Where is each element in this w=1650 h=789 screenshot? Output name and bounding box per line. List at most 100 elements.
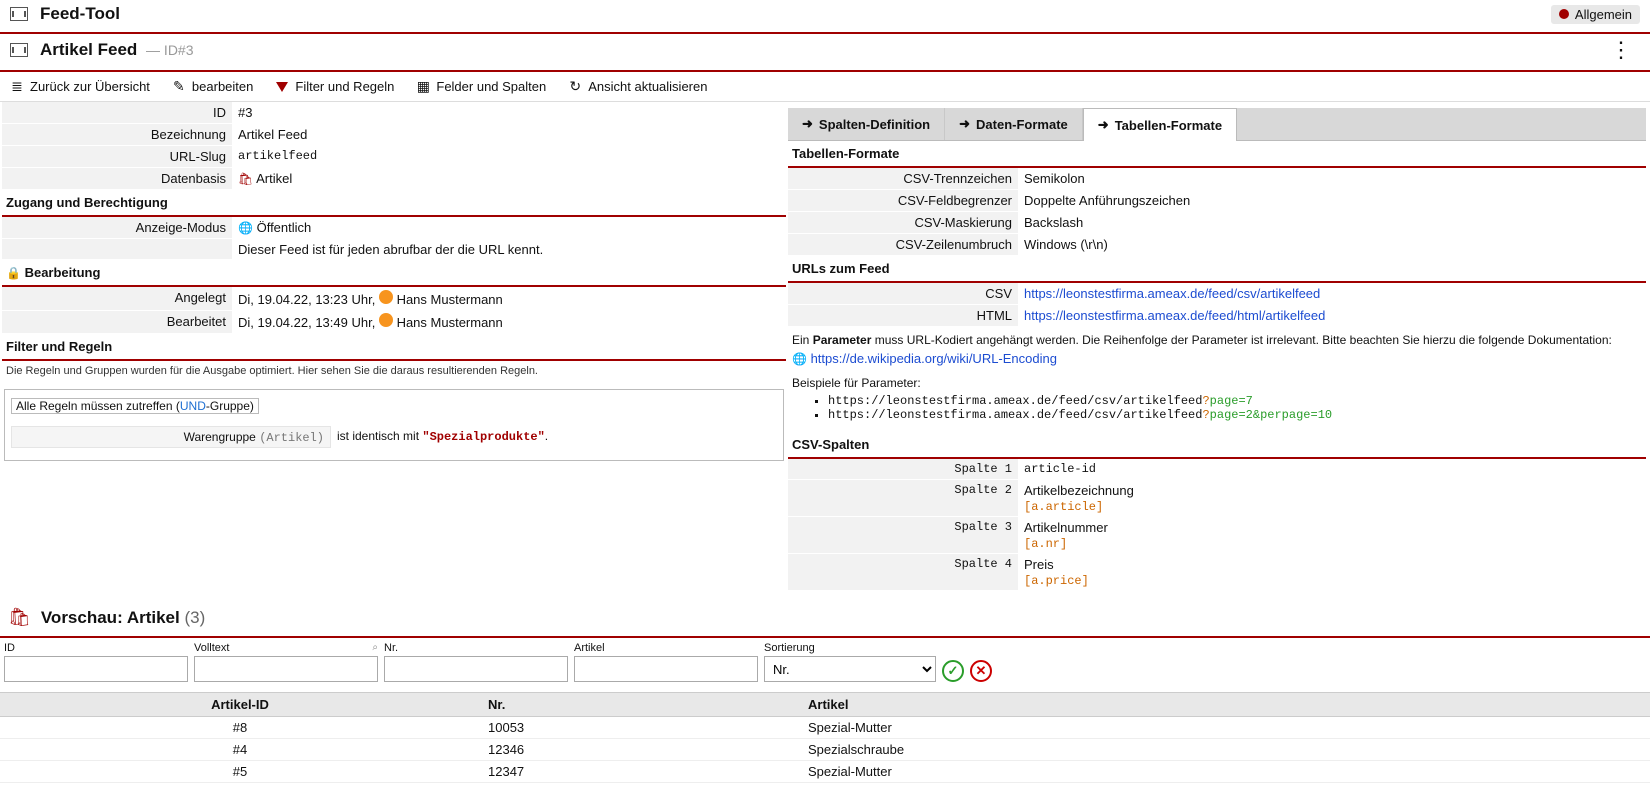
fields-columns-button[interactable]: Felder und Spalten: [416, 79, 546, 94]
cell-nr: 10053: [480, 717, 800, 739]
search-volltext-label: Volltext⌕: [194, 642, 378, 654]
created-value: Di, 19.04.22, 13:23 Uhr, Hans Mustermann: [232, 287, 786, 310]
doc-link-row: https://de.wikipedia.org/wiki/URL-Encodi…: [788, 349, 1646, 372]
search-nr-label: Nr.: [384, 642, 568, 654]
example-item: https://leonstestfirma.ameax.de/feed/csv…: [828, 394, 1646, 408]
prop-slug-value: artikelfeed: [232, 146, 786, 168]
kebab-menu-icon[interactable]: ⋮: [1602, 43, 1640, 57]
editinfo-heading: Bearbeitung: [2, 260, 786, 287]
table-formats-heading: Tabellen-Formate: [788, 141, 1646, 168]
col-nr[interactable]: Nr.: [480, 693, 800, 717]
context-tag[interactable]: Allgemein: [1551, 5, 1640, 24]
search-volltext-input[interactable]: [194, 656, 378, 682]
arrow-icon: [802, 116, 813, 132]
csv-url-link[interactable]: https://leonstestfirma.ameax.de/feed/csv…: [1024, 286, 1320, 301]
pencil-icon: [172, 80, 186, 94]
csv-columns-heading: CSV-Spalten: [788, 432, 1646, 459]
cell-article: Spezial-Mutter: [800, 761, 1650, 783]
cell-article-id: #8: [0, 717, 480, 739]
access-mode-desc: Dieser Feed ist für jeden abrufbar der d…: [232, 239, 786, 260]
search-nr-input[interactable]: [384, 656, 568, 682]
col-article-id[interactable]: Artikel-ID: [0, 693, 480, 717]
rule-field: Warengruppe (Artikel): [11, 426, 331, 448]
prop-id-label: ID: [2, 102, 232, 124]
action-toolbar: Zurück zur Übersicht bearbeiten Filter u…: [0, 72, 1650, 102]
page-title: Artikel Feed — ID#3: [40, 40, 194, 60]
bag-icon: [238, 171, 253, 186]
edited-label: Bearbeitet: [2, 310, 232, 333]
access-heading: Zugang und Berechtigung: [2, 190, 786, 217]
search-article-input[interactable]: [574, 656, 758, 682]
tab-table-formats[interactable]: Tabellen-Formate: [1083, 108, 1237, 141]
search-sort-select[interactable]: Nr.: [764, 656, 936, 682]
preview-search-row: ID Volltext⌕ Nr. Artikel Sortierung Nr.: [0, 638, 1650, 692]
context-tag-label: Allgemein: [1575, 7, 1632, 22]
preview-data-table: Artikel-ID Nr. Artikel #810053Spezial-Mu…: [0, 692, 1650, 783]
prop-id-value: #3: [232, 102, 786, 124]
world-icon: [792, 351, 807, 366]
filter-icon: [275, 80, 289, 94]
col-article[interactable]: Artikel: [800, 693, 1650, 717]
prop-bez-label: Bezeichnung: [2, 124, 232, 146]
search-id-input[interactable]: [4, 656, 188, 682]
cell-article-id: #5: [0, 761, 480, 783]
globe-icon: [238, 220, 253, 235]
access-table: Anzeige-Modus Öffentlich Dieser Feed ist…: [2, 217, 786, 260]
user-badge-icon: [379, 313, 393, 327]
tab-data-formats[interactable]: Daten-Formate: [945, 108, 1083, 140]
urls-heading: URLs zum Feed: [788, 256, 1646, 283]
search-id-label: ID: [4, 642, 188, 654]
apply-filter-button[interactable]: [942, 660, 964, 682]
preview-title: Vorschau: Artikel (3): [41, 608, 205, 628]
search-sort-label: Sortierung: [764, 642, 936, 654]
table-row[interactable]: #412346Spezialschraube: [0, 739, 1650, 761]
tab-column-definition[interactable]: Spalten-Definition: [788, 108, 945, 140]
preview-header: Vorschau: Artikel (3): [0, 601, 1650, 638]
table-row[interactable]: #512347Spezial-Mutter: [0, 761, 1650, 783]
editinfo-table: Angelegt Di, 19.04.22, 13:23 Uhr, Hans M…: [2, 287, 786, 334]
cell-nr: 12346: [480, 739, 800, 761]
filter-heading: Filter und Regeln: [2, 334, 786, 361]
cell-article: Spezial-Mutter: [800, 717, 1650, 739]
prop-basis-label: Datenbasis: [2, 168, 232, 190]
bag-icon: [8, 607, 31, 628]
url-encoding-doc-link[interactable]: https://de.wikipedia.org/wiki/URL-Encodi…: [811, 351, 1057, 366]
cell-nr: 12347: [480, 761, 800, 783]
tab-bar: Spalten-Definition Daten-Formate Tabelle…: [788, 108, 1646, 141]
filter-rules-button[interactable]: Filter und Regeln: [275, 79, 394, 94]
edited-value: Di, 19.04.22, 13:49 Uhr, Hans Mustermann: [232, 310, 786, 333]
clear-filter-button[interactable]: [970, 660, 992, 682]
html-url-link[interactable]: https://leonstestfirma.ameax.de/feed/htm…: [1024, 308, 1325, 323]
list-icon: [10, 80, 24, 94]
rules-group-header: Alle Regeln müssen zutreffen (UND-Gruppe…: [11, 398, 259, 414]
user-badge-icon: [379, 290, 393, 304]
csv-columns-table: Spalte 1article-id Spalte 2Artikelbezeic…: [788, 459, 1646, 591]
prop-slug-label: URL-Slug: [2, 146, 232, 168]
refresh-view-button[interactable]: Ansicht aktualisieren: [568, 79, 707, 94]
back-to-overview-button[interactable]: Zurück zur Übersicht: [10, 79, 150, 94]
refresh-icon: [568, 80, 582, 94]
table-row[interactable]: #810053Spezial-Mutter: [0, 717, 1650, 739]
rule-row: Warengruppe (Artikel) ist identisch mit …: [5, 416, 783, 460]
examples-list: https://leonstestfirma.ameax.de/feed/csv…: [788, 394, 1646, 422]
filter-hint: Die Regeln und Gruppen wurden für die Au…: [2, 361, 786, 385]
prop-basis-value: Artikel: [232, 168, 786, 190]
edit-button[interactable]: bearbeiten: [172, 79, 253, 94]
page-icon: [10, 43, 28, 57]
app-header: Feed-Tool Allgemein: [0, 0, 1650, 34]
app-icon: [10, 7, 28, 21]
properties-table: ID#3 BezeichnungArtikel Feed URL-Slugart…: [2, 102, 786, 190]
prop-bez-value: Artikel Feed: [232, 124, 786, 146]
arrow-icon: [1098, 117, 1109, 133]
created-label: Angelegt: [2, 287, 232, 310]
page-header: Artikel Feed — ID#3 ⋮: [0, 34, 1650, 72]
cell-article-id: #4: [0, 739, 480, 761]
rule-operator: ist identisch mit "Spezialprodukte".: [331, 429, 554, 444]
page-id-suffix: — ID#3: [146, 42, 193, 58]
param-info: Ein Parameter muss URL-Kodiert angehängt…: [788, 327, 1646, 349]
arrow-icon: [959, 116, 970, 132]
search-article-label: Artikel: [574, 642, 758, 654]
rules-group: Alle Regeln müssen zutreffen (UND-Gruppe…: [4, 389, 784, 461]
table-formats-table: CSV-TrennzeichenSemikolon CSV-Feldbegren…: [788, 168, 1646, 256]
cell-article: Spezialschraube: [800, 739, 1650, 761]
